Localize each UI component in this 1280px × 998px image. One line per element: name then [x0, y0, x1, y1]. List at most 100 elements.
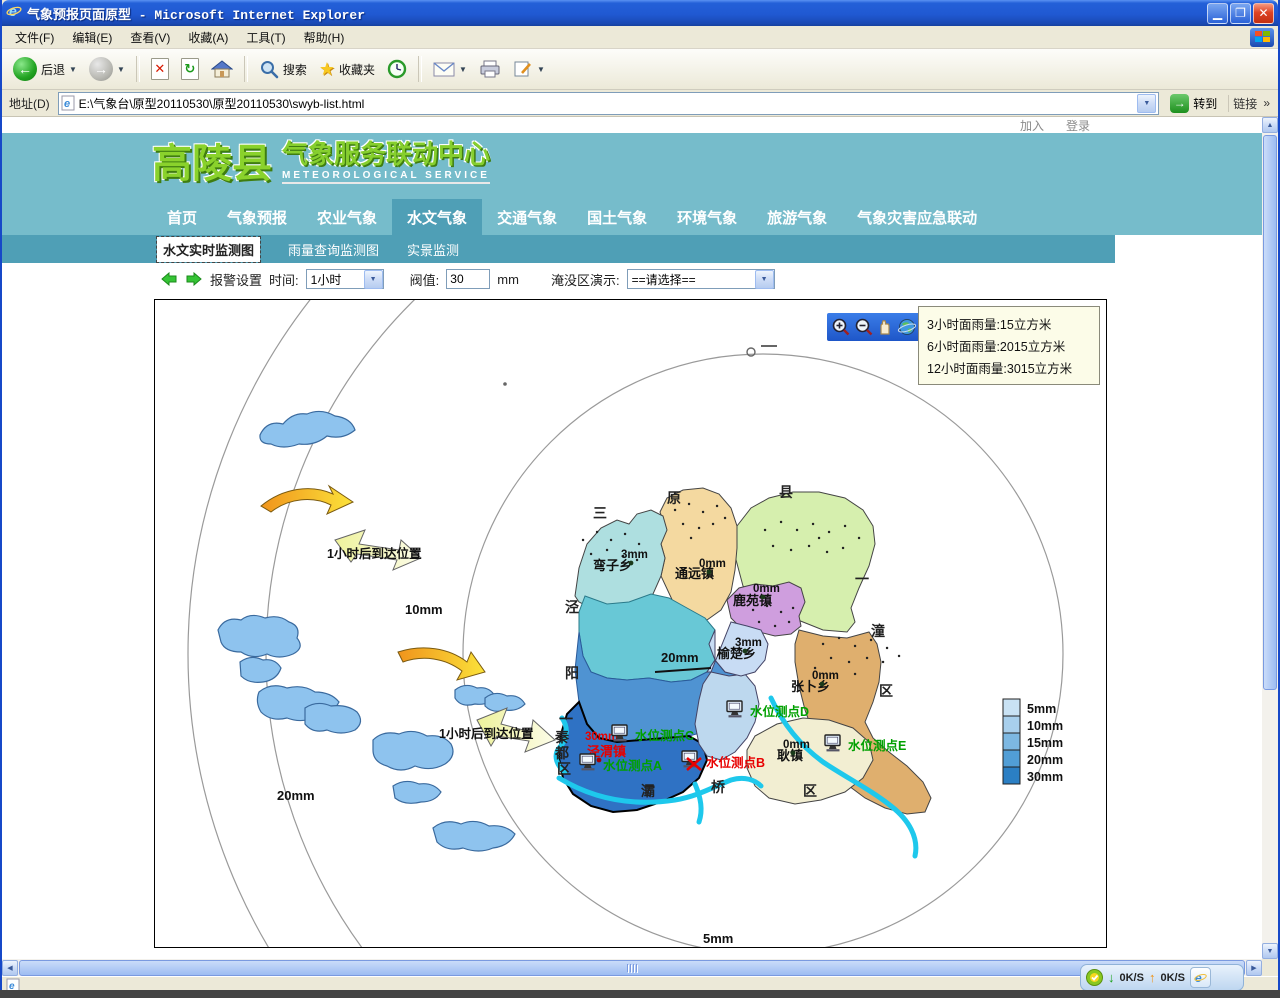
tab-realtime-monitor-map[interactable]: 水文实时监测图 — [157, 237, 260, 262]
legend-label: 15mm — [1027, 736, 1063, 750]
region-value: 0mm — [753, 583, 780, 595]
map-canvas: 10mm 20mm 5mm — [155, 300, 1106, 947]
window-title: 气象预报页面原型 - Microsoft Internet Explorer — [27, 4, 1205, 23]
close-button[interactable]: ✕ — [1253, 3, 1274, 24]
favorites-button[interactable]: ★ 收藏夹 — [314, 57, 380, 82]
time-select[interactable]: 1小时 ▼ — [306, 269, 384, 289]
links-chevron-icon: » — [1263, 96, 1270, 110]
toolbar-separator — [136, 56, 140, 82]
home-button[interactable] — [206, 57, 238, 81]
history-button[interactable] — [382, 57, 412, 81]
edit-button[interactable]: ▼ — [508, 58, 550, 80]
search-button[interactable]: 搜索 — [254, 57, 312, 81]
address-url[interactable]: E:\气象台\原型20110530\原型20110530\swyb-list.h… — [79, 95, 1134, 112]
scroll-down-button[interactable]: ▼ — [1262, 943, 1278, 959]
threshold-input[interactable]: 30 — [446, 269, 490, 289]
download-speed: 0K/S — [1120, 972, 1144, 984]
zoom-out-icon[interactable] — [854, 317, 874, 337]
maximize-button[interactable]: ❐ — [1230, 3, 1251, 24]
stop-button[interactable]: ✕ — [146, 56, 174, 82]
nav-land[interactable]: 国土气象 — [572, 199, 662, 235]
monitor-map: 10mm 20mm 5mm — [154, 299, 1107, 948]
next-arrow-button[interactable] — [185, 272, 203, 286]
menu-bar: 文件(F) 编辑(E) 查看(V) 收藏(A) 工具(T) 帮助(H) — [2, 26, 1278, 49]
nav-weather-forecast[interactable]: 气象预报 — [212, 199, 302, 235]
menu-edit[interactable]: 编辑(E) — [63, 27, 121, 48]
menu-file[interactable]: 文件(F) — [6, 27, 63, 48]
nav-agriculture[interactable]: 农业气象 — [302, 199, 392, 235]
go-button[interactable]: → 转到 — [1164, 93, 1223, 114]
globe-icon[interactable] — [897, 317, 917, 337]
title-bar[interactable]: e 气象预报页面原型 - Microsoft Internet Explorer… — [2, 0, 1278, 26]
nav-disaster-emergency[interactable]: 气象灾害应急联动 — [842, 199, 992, 235]
back-button[interactable]: ← 后退 ▼ — [8, 55, 82, 83]
region-value: 0mm — [812, 670, 839, 682]
mail-dropdown-icon[interactable]: ▼ — [459, 65, 467, 74]
rainfall-legend: 5mm 10mm 15mm 20mm 30mm — [1003, 699, 1063, 784]
flood-select-dropdown-icon[interactable]: ▼ — [755, 270, 774, 289]
join-link[interactable]: 加入 — [1020, 117, 1044, 134]
menu-favorites[interactable]: 收藏(A) — [179, 27, 237, 48]
menu-tools[interactable]: 工具(T) — [237, 27, 294, 48]
legend-swatch — [1003, 750, 1020, 767]
sub-nav: 水文实时监测图 雨量查询监测图 实景监测 — [2, 235, 1115, 263]
scroll-left-button[interactable]: ◀ — [2, 960, 18, 976]
back-dropdown-icon[interactable]: ▼ — [69, 65, 77, 74]
menu-view[interactable]: 查看(V) — [121, 27, 179, 48]
scroll-up-button[interactable]: ▲ — [1262, 117, 1278, 133]
threshold-unit: mm — [497, 272, 519, 287]
refresh-button[interactable]: ↻ — [176, 56, 204, 82]
tab-live-view[interactable]: 实景监测 — [407, 240, 459, 259]
ie-shortcut-icon[interactable]: e — [1190, 967, 1211, 988]
region-value: 0mm — [699, 558, 726, 570]
storm-arrow-icon — [261, 486, 353, 514]
print-button[interactable] — [474, 58, 506, 80]
menu-help[interactable]: 帮助(H) — [295, 27, 354, 48]
svg-text:灞: 灞 — [641, 783, 655, 799]
forward-button[interactable]: → ▼ — [84, 55, 130, 83]
nav-environment[interactable]: 环境气象 — [662, 199, 752, 235]
login-link[interactable]: 登录 — [1066, 117, 1090, 134]
flood-demo-select[interactable]: ==请选择== ▼ — [627, 269, 775, 289]
nav-home[interactable]: 首页 — [152, 199, 212, 235]
contour-label: 20mm — [661, 650, 699, 665]
nav-tourism[interactable]: 旅游气象 — [752, 199, 842, 235]
nav-hydrology[interactable]: 水文气象 — [392, 199, 482, 235]
flood-demo-label: 淹没区演示: — [551, 270, 620, 289]
favorites-star-icon: ★ — [319, 59, 335, 80]
info-line-12h: 12小时面雨量:3015立方米 — [927, 358, 1091, 377]
mail-button[interactable]: ▼ — [428, 59, 472, 79]
region-value: 0mm — [783, 739, 810, 751]
toolbar-separator — [418, 56, 422, 82]
address-input[interactable]: e E:\气象台\原型20110530\原型20110530\swyb-list… — [58, 92, 1160, 115]
prev-arrow-button[interactable] — [160, 272, 178, 286]
scroll-right-button[interactable]: ▶ — [1246, 960, 1262, 976]
station-label-alarm: 水位测点B — [706, 755, 765, 770]
edit-dropdown-icon[interactable]: ▼ — [537, 65, 545, 74]
time-select-value: 1小时 — [307, 271, 364, 288]
address-bar: 地址(D) e E:\气象台\原型20110530\原型20110530\swy… — [2, 90, 1278, 117]
info-line-3h: 3小时面雨量:15立方米 — [927, 314, 1091, 333]
station-D[interactable]: 水位测点D — [727, 701, 809, 719]
zoom-in-icon[interactable] — [831, 317, 851, 337]
site-header: 高陵县 气象服务联动中心 METEOROLOGICAL SERVICE — [2, 133, 1262, 199]
svg-text:e: e — [64, 98, 70, 110]
vertical-scrollbar[interactable]: ▲ ▼ — [1262, 117, 1278, 959]
security-suite-icon — [1086, 969, 1103, 986]
links-button[interactable]: 链接 » — [1228, 95, 1274, 112]
tab-rainfall-query-map[interactable]: 雨量查询监测图 — [288, 240, 379, 259]
network-speed-widget[interactable]: ↓ 0K/S ↑ 0K/S e — [1080, 964, 1244, 990]
forward-dropdown-icon[interactable]: ▼ — [117, 65, 125, 74]
address-dropdown-icon[interactable]: ▼ — [1137, 94, 1156, 113]
horizontal-scrollbar[interactable]: ◀ ▶ — [2, 959, 1262, 976]
legend-label: 20mm — [1027, 753, 1063, 767]
browser-toolbar: ← 后退 ▼ → ▼ ✕ ↻ 搜索 ★ 收藏夹 — [2, 49, 1278, 90]
svg-text:桥: 桥 — [711, 779, 726, 795]
time-select-dropdown-icon[interactable]: ▼ — [364, 270, 383, 289]
minimize-button[interactable]: ▁ — [1207, 3, 1228, 24]
horizontal-scroll-thumb[interactable] — [19, 960, 1245, 976]
vertical-scroll-thumb[interactable] — [1263, 135, 1277, 690]
pan-hand-icon[interactable] — [876, 317, 894, 337]
nav-traffic[interactable]: 交通气象 — [482, 199, 572, 235]
svg-text:秦: 秦 — [554, 729, 570, 745]
